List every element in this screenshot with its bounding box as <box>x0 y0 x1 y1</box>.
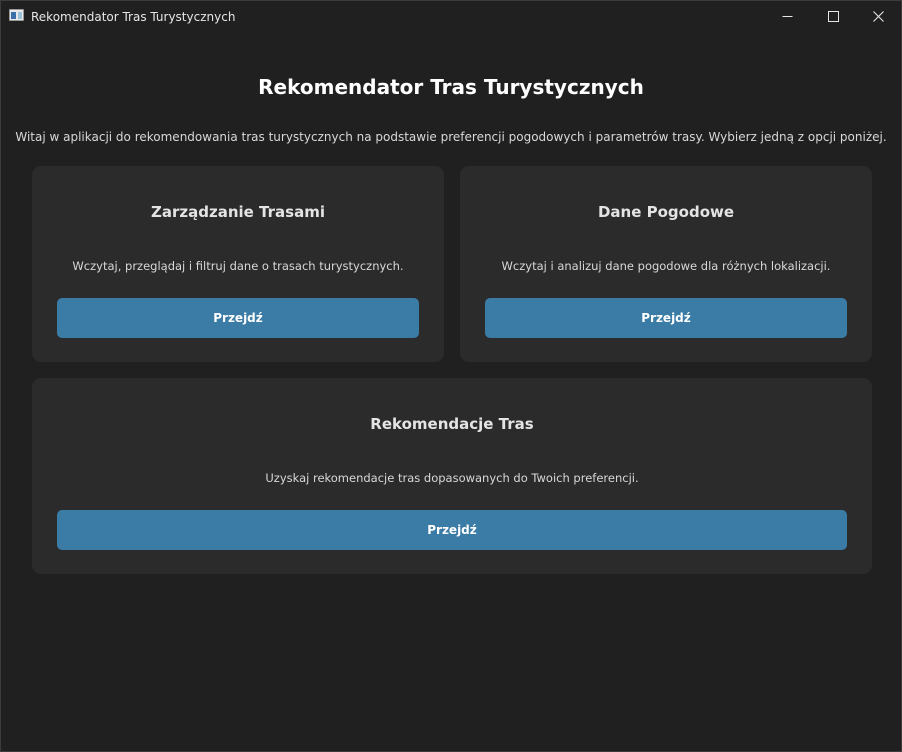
card-route-management: Zarządzanie Trasami Wczytaj, przeglądaj … <box>32 166 444 362</box>
card-description: Wczytaj i analizuj dane pogodowe dla róż… <box>501 259 831 273</box>
route-management-go-button[interactable]: Przejdź <box>57 298 419 338</box>
card-title: Rekomendacje Tras <box>370 415 534 433</box>
close-button[interactable] <box>856 1 902 32</box>
app-window-icon <box>9 9 24 21</box>
card-weather-data: Dane Pogodowe Wczytaj i analizuj dane po… <box>460 166 872 362</box>
maximize-button[interactable] <box>811 1 857 32</box>
minimize-button[interactable] <box>765 1 811 32</box>
card-title: Dane Pogodowe <box>597 203 735 221</box>
main-content: Rekomendator Tras Turystycznych Witaj w … <box>1 32 901 751</box>
card-route-recommendations: Rekomendacje Tras Uzyskaj rekomendacje t… <box>32 378 872 574</box>
card-description: Uzyskaj rekomendacje tras dopasowanych d… <box>265 471 639 485</box>
minimize-icon <box>782 16 793 17</box>
weather-data-go-button[interactable]: Przejdź <box>485 298 847 338</box>
app-window: Rekomendator Tras Turystycznych Rekomend… <box>0 0 902 752</box>
page-title: Rekomendator Tras Turystycznych <box>258 75 644 99</box>
window-title: Rekomendator Tras Turystycznych <box>31 10 236 24</box>
route-recommendations-go-button[interactable]: Przejdź <box>57 510 847 550</box>
intro-text: Witaj w aplikacji do rekomendowania tras… <box>15 130 887 144</box>
card-description: Wczytaj, przeglądaj i filtruj dane o tra… <box>72 259 404 273</box>
close-icon <box>873 11 884 22</box>
title-bar[interactable]: Rekomendator Tras Turystycznych <box>1 1 901 32</box>
maximize-icon <box>828 11 839 22</box>
card-title: Zarządzanie Trasami <box>151 203 325 221</box>
